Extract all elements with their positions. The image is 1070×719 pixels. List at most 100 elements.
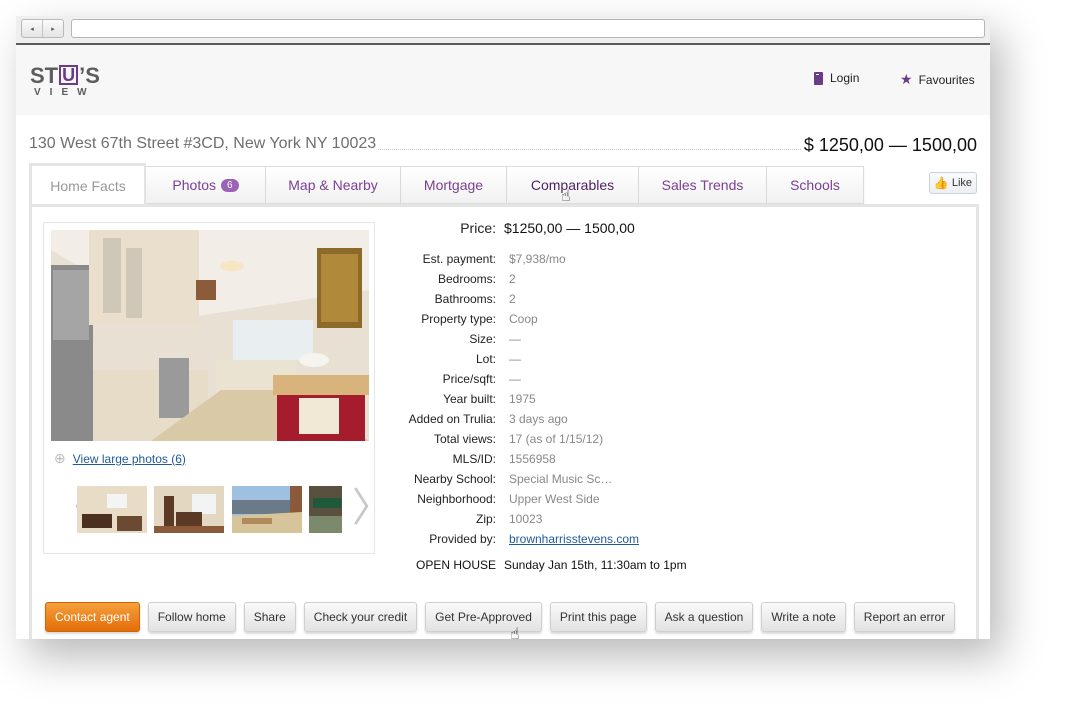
fact-label: Bathrooms: — [434, 292, 496, 306]
fact-label: Nearby School: — [413, 472, 496, 486]
fact-row: MLS/ID: 1556958 — [392, 449, 952, 469]
tab-comparables[interactable]: Comparables — [507, 166, 639, 204]
hand-cursor-icon: ☝ — [510, 624, 520, 639]
tab-map-nearby[interactable]: Map & Nearby — [266, 166, 401, 204]
tab-photos[interactable]: Photos 6 — [146, 166, 266, 204]
fact-label: Total views: — [433, 432, 496, 446]
follow-home-button[interactable]: Follow home — [147, 602, 236, 632]
like-label: Like — [951, 177, 973, 189]
fact-value: Coop — [509, 312, 538, 326]
favourites-link[interactable]: ★ Favourites — [900, 71, 975, 88]
next-arrow-icon[interactable]: 〉 — [352, 485, 392, 535]
fact-label: Property type: — [421, 312, 496, 326]
logo-u-mark: U — [59, 65, 79, 85]
back-icon[interactable]: ◂ — [22, 20, 42, 37]
listing-price: $ 1250,00 — 1500,00 — [801, 135, 977, 156]
report-error-button[interactable]: Report an error — [853, 602, 956, 632]
star-icon: ★ — [900, 71, 913, 87]
print-page-button[interactable]: Print this page — [549, 602, 647, 632]
open-house: OPEN HOUSE Sunday Jan 15th, 11:30am to 1… — [392, 555, 952, 575]
open-house-label: OPEN HOUSE — [415, 558, 496, 572]
fact-label: Neighborhood: — [417, 492, 496, 506]
tab-label: Photos — [172, 177, 217, 193]
tab-sales-trends[interactable]: Sales Trends — [639, 166, 767, 204]
fact-label: Bedrooms: — [437, 272, 496, 286]
browser-toolbar: ◂ ▸ — [16, 16, 990, 45]
fact-row: Bathrooms: 2 — [392, 289, 952, 309]
fact-value: 2 — [509, 272, 516, 286]
fact-row: Est. payment: $7,938/mo — [392, 249, 952, 269]
main-photo[interactable] — [51, 230, 369, 441]
ask-question-button[interactable]: Ask a question — [654, 602, 754, 632]
dining-room-thumbnail — [154, 486, 224, 533]
tab-label: Sales Trends — [661, 177, 744, 193]
terrace-thumbnail — [232, 486, 302, 533]
fact-label: Zip: — [475, 512, 496, 526]
get-pre-approved-button[interactable]: Get Pre-Approved — [425, 602, 542, 632]
view-large-photos-link[interactable]: View large photos (6) — [73, 452, 186, 466]
like-button[interactable]: 👍 Like — [929, 172, 977, 194]
fact-row: Price/sqft: — — [392, 369, 952, 389]
action-bar: Contact agent Follow home Share Check yo… — [45, 602, 956, 632]
check-credit-button[interactable]: Check your credit — [303, 602, 418, 632]
tab-label: Schools — [790, 177, 840, 193]
thumbnail-4[interactable] — [309, 486, 342, 533]
fact-row: Year built: 1975 — [392, 389, 952, 409]
fact-value: — — [509, 372, 521, 386]
thumbnail-2[interactable] — [154, 486, 224, 533]
tab-label: Map & Nearby — [288, 177, 378, 193]
fact-row: Neighborhood: Upper West Side — [392, 489, 952, 509]
fact-value: 17 (as of 1/15/12) — [509, 432, 604, 446]
tab-mortgage[interactable]: Mortgage — [401, 166, 507, 204]
fact-label: MLS/ID: — [452, 452, 496, 466]
forward-icon[interactable]: ▸ — [42, 20, 63, 37]
fact-row: Size: — — [392, 329, 952, 349]
fact-label: Price/sqft: — [442, 372, 496, 386]
fact-label: Price: — [460, 220, 496, 236]
fact-label: Provided by: — [429, 532, 496, 546]
share-button[interactable]: Share — [243, 602, 296, 632]
fact-value: $1250,00 — 1500,00 — [504, 220, 635, 236]
site-header: ST U ’S VIEW Login ★ Favourites — [16, 45, 990, 115]
fact-row: Lot: — — [392, 349, 952, 369]
listing-content: 130 West 67th Street #3CD, New York NY 1… — [16, 115, 990, 639]
door-icon — [814, 71, 823, 85]
fact-label: Added on Trulia: — [408, 412, 496, 426]
logo-text-left: ST — [30, 63, 59, 88]
fact-row: Nearby School: Special Music Sc… — [392, 469, 952, 489]
fact-value: 10023 — [509, 512, 543, 526]
home-facts-panel: ⊕ View large photos (6) 〈 〉 Price: $1250… — [29, 204, 979, 639]
prev-arrow-icon[interactable]: 〈 — [52, 485, 92, 535]
write-note-button[interactable]: Write a note — [761, 602, 846, 632]
fact-row: Bedrooms: 2 — [392, 269, 952, 289]
tab-label: Comparables — [530, 177, 615, 193]
tab-label: Home Facts — [50, 177, 126, 194]
tab-bar: Home Facts Photos 6 Map & Nearby Mortgag… — [29, 163, 864, 205]
tab-schools[interactable]: Schools — [767, 166, 864, 204]
site-logo[interactable]: ST U ’S VIEW — [30, 65, 100, 99]
url-bar[interactable] — [71, 19, 985, 38]
login-label: Login — [830, 71, 860, 85]
listing-title-row: 130 West 67th Street #3CD, New York NY 1… — [29, 135, 977, 156]
fact-value: 3 days ago — [509, 412, 568, 426]
fact-label: Year built: — [443, 392, 496, 406]
contact-agent-button[interactable]: Contact agent — [45, 602, 140, 632]
browser-window: ◂ ▸ ST U ’S VIEW Login ★ Favourites 130 We… — [16, 16, 990, 639]
photos-count-badge: 6 — [221, 178, 239, 192]
thumbnail-3[interactable] — [232, 486, 302, 533]
thumbs-up-icon: 👍 — [933, 176, 949, 190]
fact-row: Zip: 10023 — [392, 509, 952, 529]
tab-home-facts[interactable]: Home Facts — [29, 163, 146, 205]
home-facts-list: Price: $1250,00 — 1500,00 Est. payment: $… — [392, 218, 952, 575]
fact-value: 2 — [509, 292, 516, 306]
fact-price: Price: $1250,00 — 1500,00 — [392, 218, 952, 238]
favourites-label: Favourites — [918, 72, 975, 87]
thumbnail-1[interactable] — [77, 486, 147, 533]
tab-label: Mortgage — [423, 177, 484, 193]
fact-label: Est. payment: — [422, 252, 496, 266]
fact-label: Size: — [469, 332, 496, 346]
logo-text-right: ’S — [79, 63, 100, 88]
login-link[interactable]: Login — [814, 71, 859, 85]
fact-row: Property type: Coop — [392, 309, 952, 329]
provider-link[interactable]: brownharrisstevens.com — [509, 532, 639, 546]
